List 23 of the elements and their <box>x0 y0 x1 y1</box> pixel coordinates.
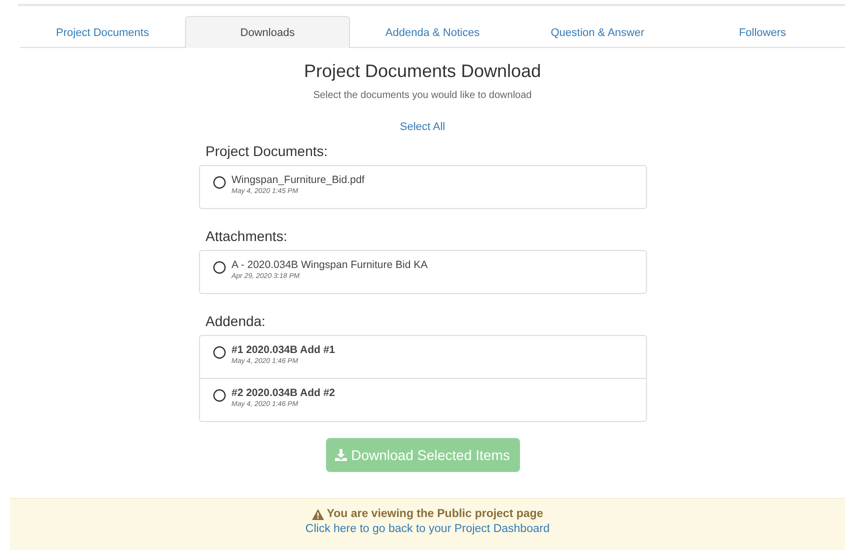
document-name: A - 2020.034B Wingspan Furniture Bid KA <box>232 259 428 271</box>
section-heading: Project Documents: <box>206 143 329 159</box>
radio-button[interactable] <box>212 344 226 359</box>
page-subtitle: Select the documents you would like to download <box>313 90 532 101</box>
tab[interactable]: Question & Answer <box>515 16 680 48</box>
tab[interactable]: Addenda & Notices <box>350 16 515 48</box>
radio-button[interactable] <box>212 259 226 274</box>
dashboard-link[interactable]: Click here to go back to your Project Dashboard <box>305 523 550 535</box>
warning-icon <box>312 508 324 520</box>
tab[interactable]: Project Documents <box>20 16 185 48</box>
document-name: #1 2020.034B Add #1 <box>232 344 336 356</box>
section-heading: Addenda: <box>206 313 266 329</box>
tab[interactable]: Downloads <box>185 16 350 48</box>
notice-message: You are viewing the Public project page <box>326 508 544 520</box>
select-all-link[interactable]: Select All <box>400 121 446 133</box>
section-heading: Attachments: <box>206 228 288 244</box>
tab[interactable]: Followers <box>680 16 845 48</box>
download-icon <box>335 449 348 461</box>
radio-button[interactable] <box>212 174 226 189</box>
document-name: Wingspan_Furniture_Bid.pdf <box>232 174 365 186</box>
radio-button[interactable] <box>212 387 226 402</box>
document-name: #2 2020.034B Add #2 <box>232 387 336 399</box>
page-title: Project Documents Download <box>304 61 542 82</box>
